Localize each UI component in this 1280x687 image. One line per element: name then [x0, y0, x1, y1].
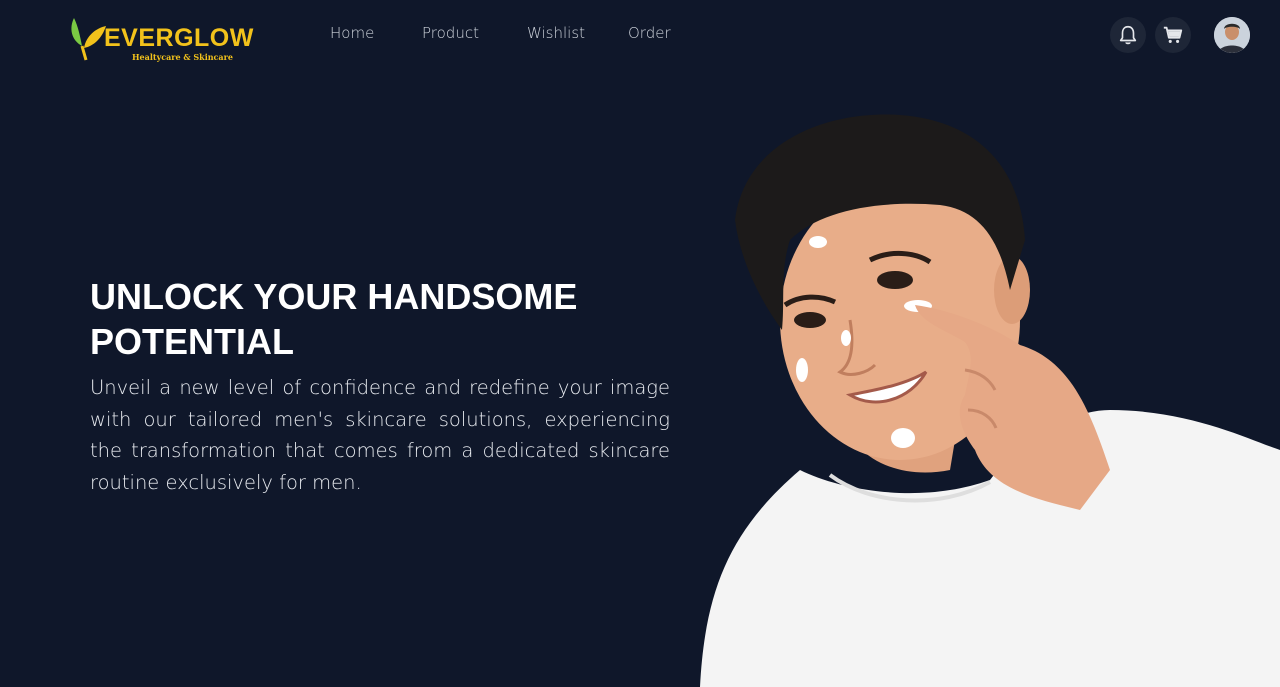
user-avatar[interactable]	[1214, 17, 1250, 53]
cart-button[interactable]	[1155, 17, 1191, 53]
cart-icon	[1163, 26, 1183, 43]
nav-product[interactable]: Product	[422, 24, 479, 42]
hero-title: UNLOCK YOUR HANDSOME POTENTIAL	[90, 276, 578, 362]
hero-description: Unveil a new level of confidence and red…	[90, 376, 670, 494]
notification-button[interactable]	[1110, 17, 1146, 53]
nav-wishlist[interactable]: Wishlist	[527, 24, 585, 42]
hero-model-image	[690, 110, 1280, 687]
nav-order[interactable]: Order	[628, 24, 671, 42]
bell-icon	[1119, 25, 1137, 45]
navbar: EVERGLOW Healtycare & Skincare Home Prod…	[0, 0, 1280, 70]
nav-home[interactable]: Home	[330, 24, 374, 42]
leaf-icon	[71, 18, 106, 61]
brand-tagline: Healtycare & Skincare	[132, 52, 233, 62]
brand-name: EVERGLOW	[104, 24, 254, 52]
brand-logo[interactable]: EVERGLOW Healtycare & Skincare	[68, 14, 258, 64]
avatar-icon	[1214, 17, 1250, 53]
